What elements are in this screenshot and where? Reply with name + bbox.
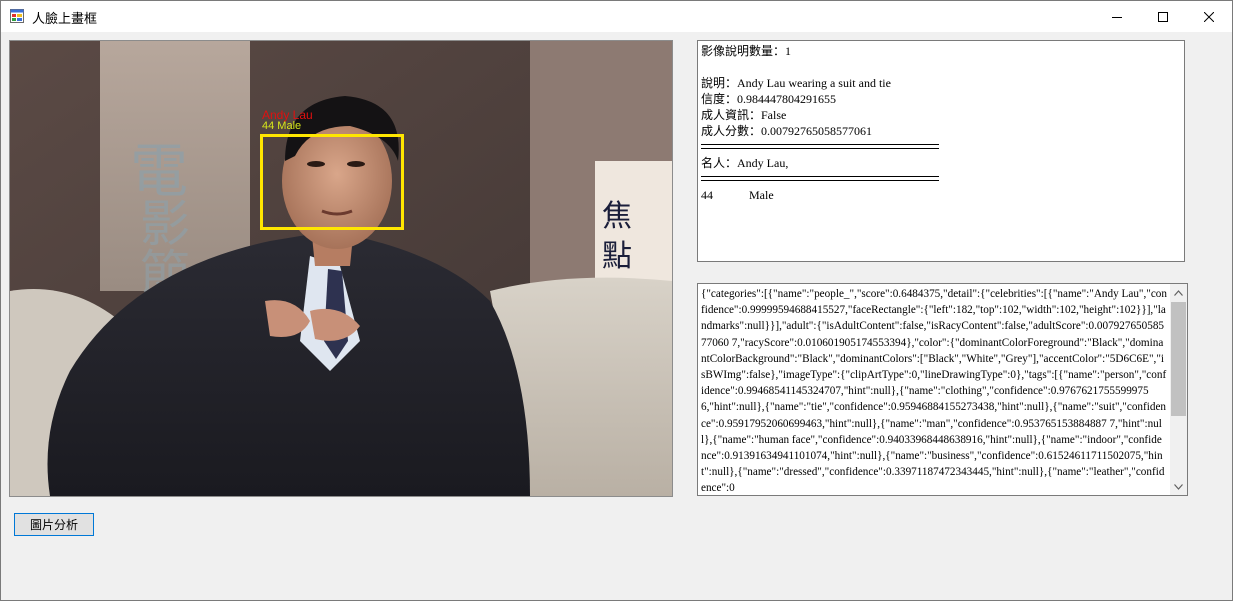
adult-info: 成人資訊：False: [701, 108, 787, 122]
chevron-down-icon: [1174, 483, 1183, 490]
json-textbox[interactable]: {"categories":[{"name":"people_","score"…: [697, 283, 1188, 496]
separator: [701, 144, 939, 149]
analyze-button-label: 圖片分析: [29, 518, 78, 532]
window-title: 人臉上畫框: [32, 12, 98, 27]
minimize-button[interactable]: [1094, 1, 1140, 32]
vertical-scrollbar[interactable]: [1170, 284, 1187, 495]
scroll-up-button[interactable]: [1170, 284, 1187, 301]
chevron-up-icon: [1174, 289, 1183, 296]
face-gender: Male: [749, 188, 774, 202]
close-icon: [1204, 11, 1214, 22]
close-button[interactable]: [1186, 1, 1232, 32]
app-icon: [10, 9, 24, 23]
result-textbox[interactable]: 影像說明數量：1 說明：Andy Lau wearing a suit and …: [697, 40, 1185, 262]
face-rectangle: [260, 134, 404, 230]
face-age-gender-label: 44 Male: [262, 120, 302, 132]
face-age: 44: [701, 188, 713, 202]
svg-text:點: 點: [602, 239, 632, 274]
main-window: 人臉上畫框 電 影 節 焦 點 Andy Lau 44 Male 影像說明數量：…: [0, 0, 1233, 601]
maximize-icon: [1158, 11, 1168, 22]
picture-box: 電 影 節 焦 點 Andy Lau 44 Male: [9, 40, 673, 497]
minimize-icon: [1112, 16, 1122, 18]
title-bar: 人臉上畫框: [1, 1, 1232, 32]
maximize-button[interactable]: [1140, 1, 1186, 32]
adult-score: 成人分數：0.00792765058577061: [701, 124, 873, 138]
caption-confidence: 信度：0.984447804291655: [701, 92, 837, 106]
analyze-image-button[interactable]: 圖片分析: [14, 513, 94, 536]
analyzed-photo: 電 影 節 焦 點: [10, 41, 672, 496]
separator: [701, 176, 939, 181]
json-output-text: {"categories":[{"name":"people_","score"…: [701, 288, 1167, 494]
face-details-row: 44 Male: [701, 187, 1179, 203]
caption-count: 影像說明數量：1: [701, 44, 792, 58]
scroll-thumb[interactable]: [1171, 302, 1186, 416]
svg-text:焦: 焦: [602, 199, 632, 234]
scroll-down-button[interactable]: [1170, 478, 1187, 495]
celebrity-name: 名人：Andy Lau,: [701, 156, 789, 170]
caption-text: 說明：Andy Lau wearing a suit and tie: [701, 76, 891, 90]
